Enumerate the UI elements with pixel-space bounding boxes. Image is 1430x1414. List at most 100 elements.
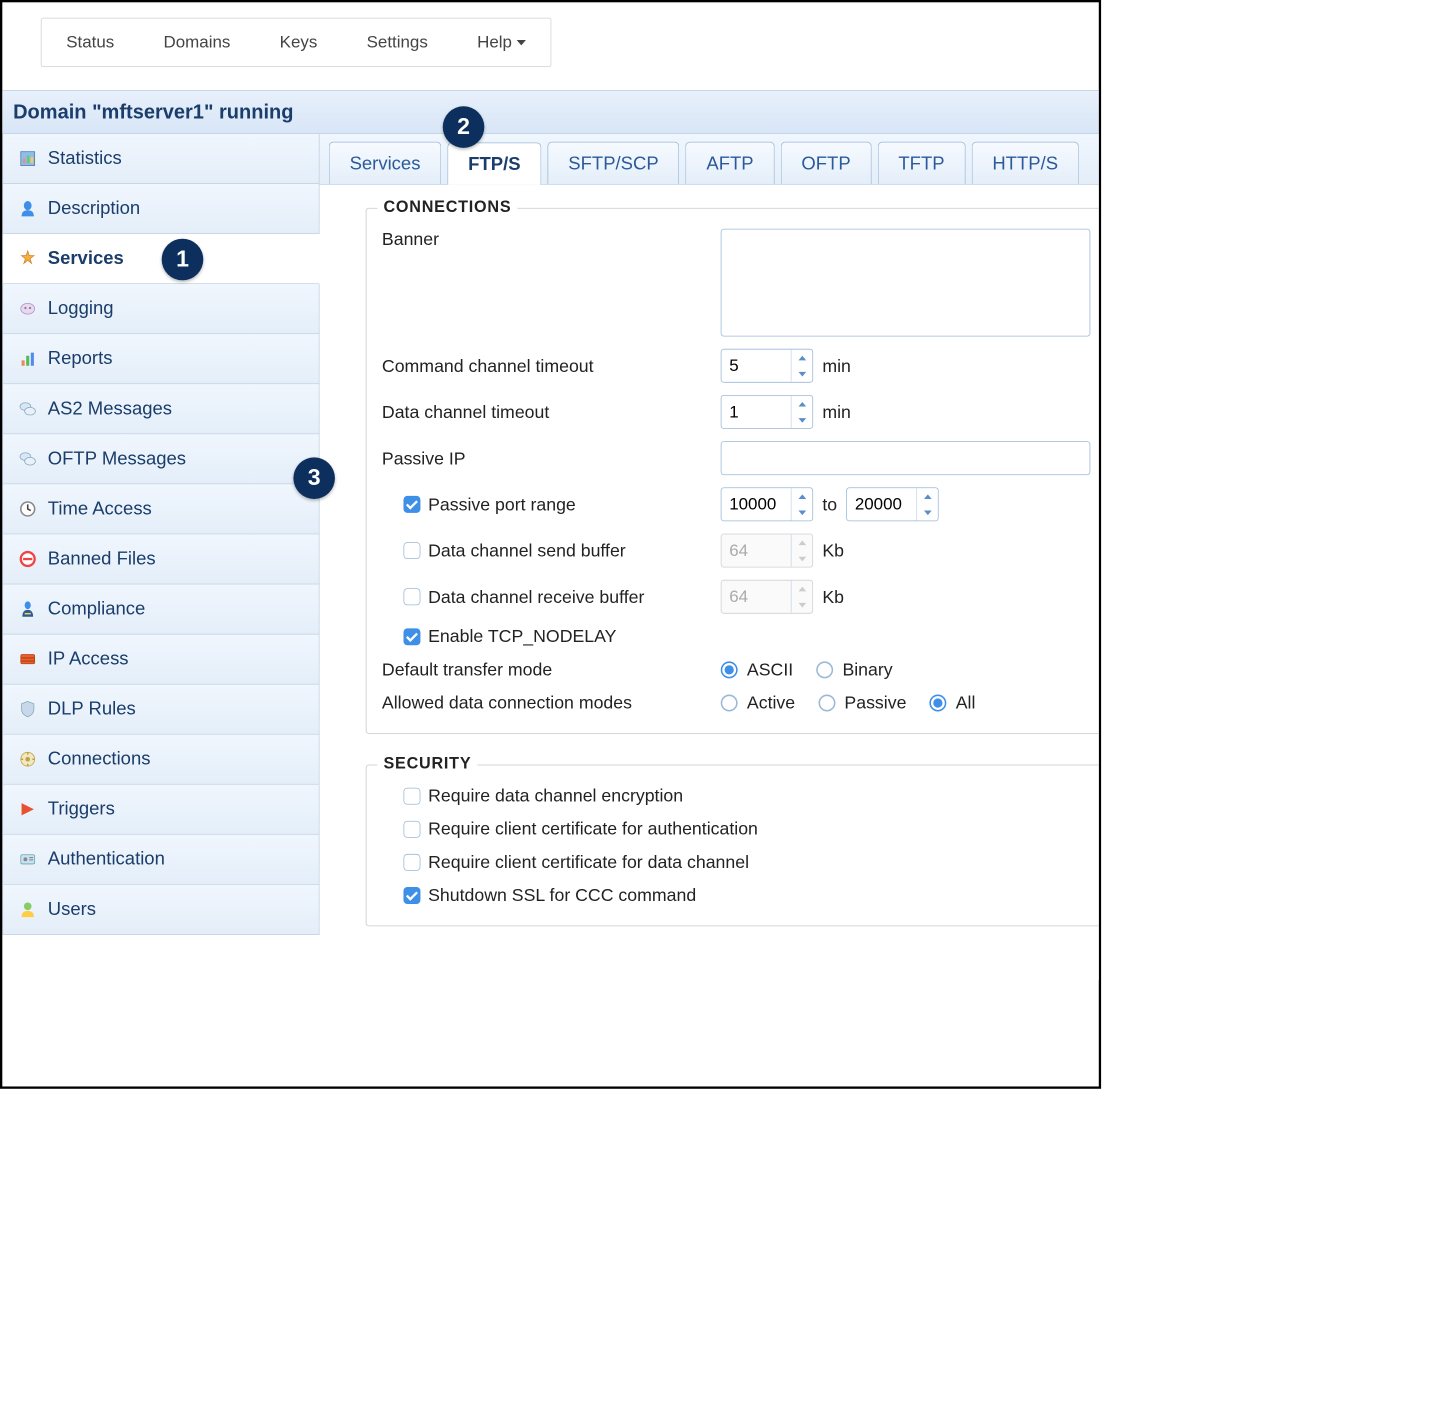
conn-mode-active-radio[interactable]	[721, 694, 738, 711]
passive-port-to-input[interactable]	[847, 488, 916, 520]
passive-port-to-spinner[interactable]	[846, 487, 938, 521]
sidebar-item-compliance[interactable]: Compliance	[2, 584, 319, 634]
sidebar-item-label: Banned Files	[48, 548, 156, 570]
cmd-timeout-label: Command channel timeout	[382, 355, 721, 376]
pp-to-down[interactable]	[917, 504, 938, 520]
rb-down	[792, 597, 813, 613]
require-client-cert-auth-checkbox[interactable]	[403, 820, 420, 837]
conn-modes-label: Allowed data connection modes	[382, 692, 721, 713]
passive-port-checkbox[interactable]	[403, 496, 420, 513]
tab-sftp-scp[interactable]: SFTP/SCP	[548, 142, 680, 184]
dlp-icon	[18, 700, 36, 718]
menu-keys[interactable]: Keys	[255, 18, 342, 66]
pp-to-up[interactable]	[917, 488, 938, 504]
passive-ip-input[interactable]	[721, 441, 1091, 475]
tab-aftp[interactable]: AFTP	[686, 142, 775, 184]
recv-buffer-unit: Kb	[822, 586, 844, 607]
passive-port-from-spinner[interactable]	[721, 487, 813, 521]
recv-buffer-input	[721, 581, 790, 613]
tab-http-s[interactable]: HTTP/S	[972, 142, 1079, 184]
tab-tftp[interactable]: TFTP	[878, 142, 966, 184]
auth-icon	[18, 850, 36, 868]
tab-oftp[interactable]: OFTP	[781, 142, 872, 184]
require-data-enc-checkbox[interactable]	[403, 787, 420, 804]
sidebar-item-description[interactable]: Description	[2, 184, 319, 234]
data-timeout-label: Data channel timeout	[382, 402, 721, 423]
sidebar-item-label: OFTP Messages	[48, 448, 186, 470]
sidebar-item-dlp-rules[interactable]: DLP Rules	[2, 685, 319, 735]
conn-icon	[18, 750, 36, 768]
sidebar-item-label: Statistics	[48, 148, 122, 170]
ip-icon	[18, 650, 36, 668]
nodelay-checkbox[interactable]	[403, 628, 420, 645]
menu-settings[interactable]: Settings	[342, 18, 452, 66]
sidebar-item-connections[interactable]: Connections	[2, 735, 319, 785]
security-legend: SECURITY	[377, 755, 477, 773]
shutdown-ssl-checkbox[interactable]	[403, 887, 420, 904]
sidebar-item-label: Authentication	[48, 849, 165, 871]
sidebar-item-statistics[interactable]: Statistics	[2, 134, 319, 184]
sidebar-item-users[interactable]: Users	[2, 885, 319, 935]
passive-port-label: Passive port range	[428, 494, 576, 515]
conn-mode-all-label: All	[956, 692, 976, 713]
conn-mode-active-label: Active	[747, 692, 795, 713]
data-timeout-spinner[interactable]	[721, 395, 813, 429]
cmd-timeout-up[interactable]	[792, 350, 813, 366]
callout-1: 1	[162, 239, 204, 281]
recv-buffer-checkbox[interactable]	[403, 588, 420, 605]
transfer-mode-binary-radio[interactable]	[816, 661, 833, 678]
data-timeout-down[interactable]	[792, 412, 813, 428]
tab-ftp-s[interactable]: FTP/S	[447, 142, 541, 184]
desc-icon	[18, 199, 36, 217]
sidebar-item-oftp-messages[interactable]: OFTP Messages	[2, 434, 319, 484]
cmd-timeout-down[interactable]	[792, 366, 813, 382]
passive-port-from-input[interactable]	[721, 488, 790, 520]
comp-icon	[18, 600, 36, 618]
require-client-cert-data-checkbox[interactable]	[403, 854, 420, 871]
conn-mode-passive-radio[interactable]	[818, 694, 835, 711]
require-data-enc-label: Require data channel encryption	[428, 785, 683, 806]
sidebar-item-triggers[interactable]: Triggers	[2, 785, 319, 835]
send-buffer-checkbox[interactable]	[403, 542, 420, 559]
menu-help-label: Help	[477, 32, 512, 52]
cmd-timeout-spinner[interactable]	[721, 349, 813, 383]
transfer-mode-ascii-label: ASCII	[747, 659, 793, 680]
trig-icon	[18, 800, 36, 818]
data-timeout-up[interactable]	[792, 396, 813, 412]
sidebar-item-label: AS2 Messages	[48, 398, 172, 420]
banner-input[interactable]	[721, 229, 1091, 337]
time-icon	[18, 500, 36, 518]
callout-2: 2	[443, 106, 485, 148]
data-timeout-input[interactable]	[721, 396, 790, 428]
sidebar-item-label: Compliance	[48, 598, 146, 620]
rb-up	[792, 581, 813, 597]
sidebar-item-authentication[interactable]: Authentication	[2, 835, 319, 885]
msg-icon	[18, 450, 36, 468]
pp-from-up[interactable]	[792, 488, 813, 504]
cmd-timeout-input[interactable]	[721, 350, 790, 382]
sidebar-item-label: Description	[48, 198, 140, 220]
domain-status-bar: Domain "mftserver1" running	[2, 90, 1098, 134]
menu-status[interactable]: Status	[42, 18, 139, 66]
sidebar-item-banned-files[interactable]: Banned Files	[2, 534, 319, 584]
sidebar-item-label: Users	[48, 899, 96, 921]
sidebar-item-time-access[interactable]: Time Access	[2, 484, 319, 534]
sidebar-item-logging[interactable]: Logging	[2, 284, 319, 334]
sb-up	[792, 534, 813, 550]
transfer-mode-ascii-radio[interactable]	[721, 661, 738, 678]
pp-from-down[interactable]	[792, 504, 813, 520]
log-icon	[18, 300, 36, 318]
transfer-mode-binary-label: Binary	[842, 659, 892, 680]
nodelay-label: Enable TCP_NODELAY	[428, 626, 616, 647]
sidebar-item-reports[interactable]: Reports	[2, 334, 319, 384]
conn-mode-all-radio[interactable]	[930, 694, 947, 711]
menu-domains[interactable]: Domains	[139, 18, 255, 66]
sidebar-item-services[interactable]: Services1	[2, 234, 319, 284]
tab-services[interactable]: Services	[329, 142, 441, 184]
sidebar-item-label: IP Access	[48, 648, 129, 670]
menu-help[interactable]: Help	[452, 18, 550, 66]
data-timeout-unit: min	[822, 402, 851, 423]
sidebar-item-as2-messages[interactable]: AS2 Messages	[2, 384, 319, 434]
sidebar-item-ip-access[interactable]: IP Access	[2, 634, 319, 684]
callout-3: 3	[293, 457, 335, 499]
